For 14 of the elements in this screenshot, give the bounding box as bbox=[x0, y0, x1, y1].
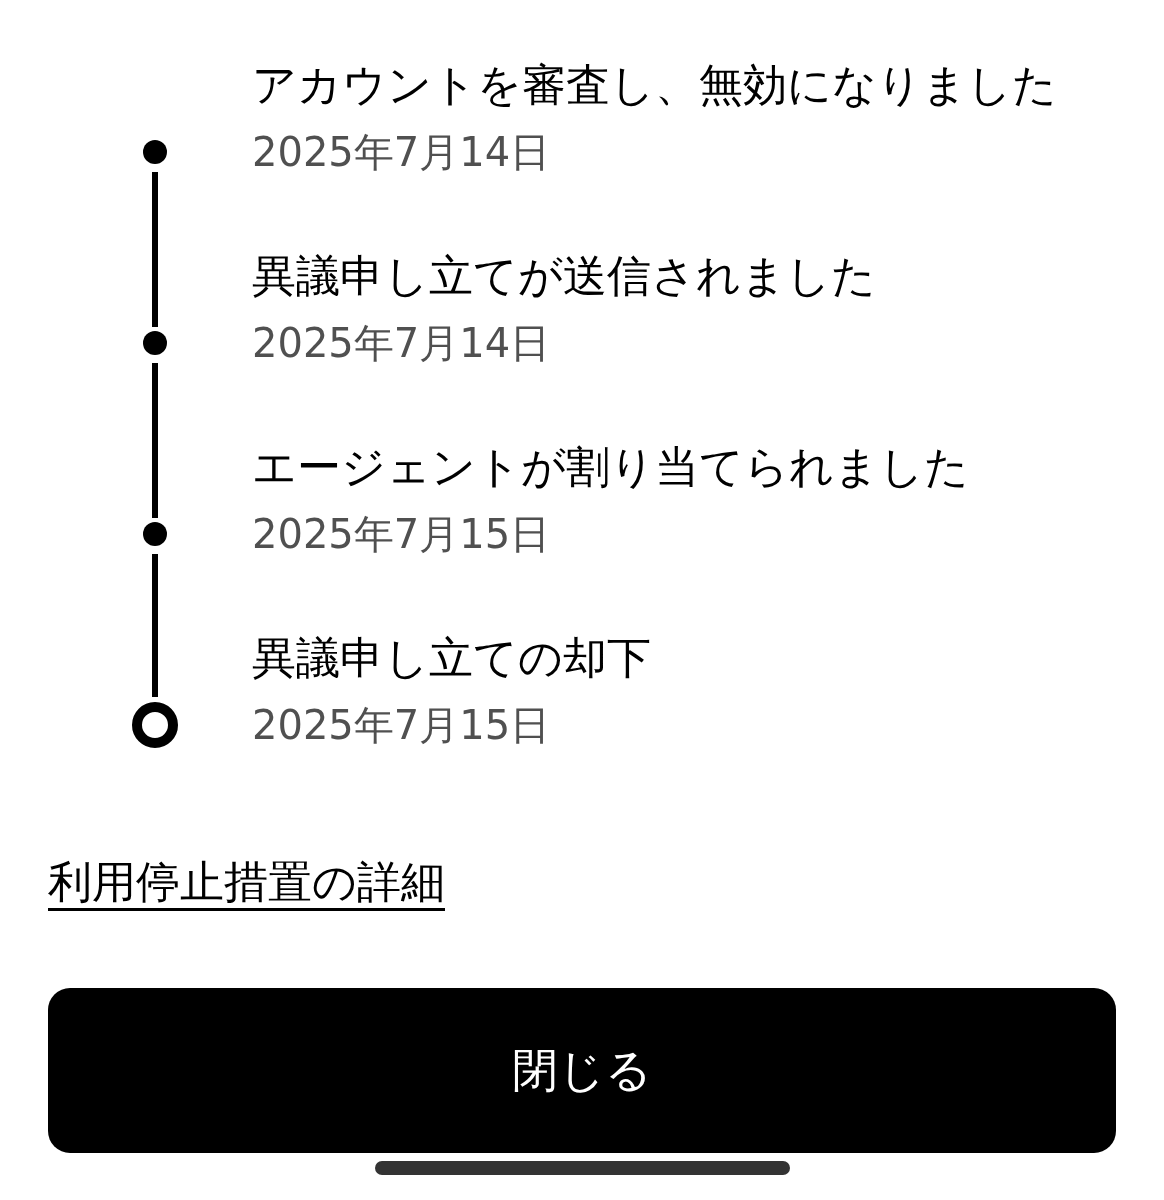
event-title: エージェントが割り当てられました bbox=[252, 441, 969, 493]
event-title: 異議申し立ての却下 bbox=[252, 632, 651, 684]
details-link[interactable]: 利用停止措置の詳細 bbox=[48, 856, 445, 911]
event-date: 2025年7月14日 bbox=[252, 130, 551, 174]
timeline-ring-icon bbox=[132, 702, 178, 748]
event-date: 2025年7月15日 bbox=[252, 703, 551, 747]
close-button[interactable]: 閉じる bbox=[48, 988, 1116, 1153]
timeline-dot-icon bbox=[143, 331, 167, 355]
event-title: 異議申し立てが送信されました bbox=[252, 250, 876, 302]
event-title: アカウントを審査し、無効になりました bbox=[252, 59, 1057, 111]
event-date: 2025年7月14日 bbox=[252, 321, 551, 365]
timeline-dot-icon bbox=[143, 140, 167, 164]
timeline-dot-icon bbox=[143, 522, 167, 546]
event-date: 2025年7月15日 bbox=[252, 512, 551, 556]
